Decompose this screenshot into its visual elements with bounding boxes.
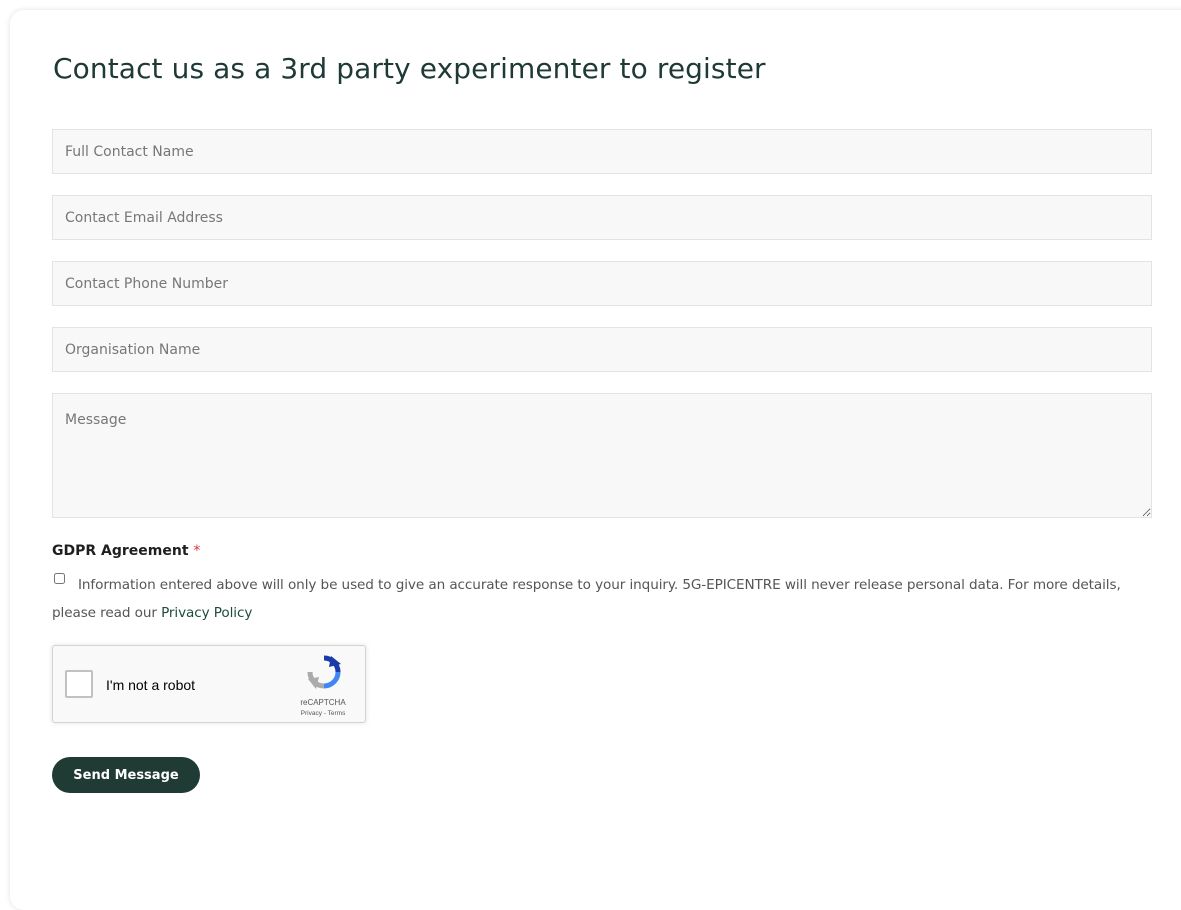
required-marker: * bbox=[193, 543, 201, 559]
gdpr-consent-text: Information entered above will only be u… bbox=[52, 571, 1162, 627]
gdpr-label-text: GDPR Agreement bbox=[52, 543, 189, 559]
recaptcha-label: I'm not a robot bbox=[106, 677, 196, 693]
page-title: Contact us as a 3rd party experimenter t… bbox=[53, 52, 766, 85]
recaptcha-checkbox[interactable] bbox=[65, 670, 93, 698]
message-textarea[interactable] bbox=[52, 393, 1152, 518]
full-name-input[interactable] bbox=[52, 129, 1152, 174]
recaptcha-icon bbox=[307, 655, 341, 689]
recaptcha-brand: reCAPTCHA bbox=[300, 698, 346, 707]
gdpr-label: GDPR Agreement * bbox=[52, 543, 200, 559]
organisation-input[interactable] bbox=[52, 327, 1152, 372]
send-message-button[interactable]: Send Message bbox=[52, 757, 200, 793]
email-input[interactable] bbox=[52, 195, 1152, 240]
recaptcha-widget: I'm not a robot reCAPTCHA Privacy - Term… bbox=[52, 645, 366, 723]
phone-input[interactable] bbox=[52, 261, 1152, 306]
recaptcha-links[interactable]: Privacy - Terms bbox=[289, 710, 357, 717]
privacy-policy-link[interactable]: Privacy Policy bbox=[161, 605, 252, 621]
